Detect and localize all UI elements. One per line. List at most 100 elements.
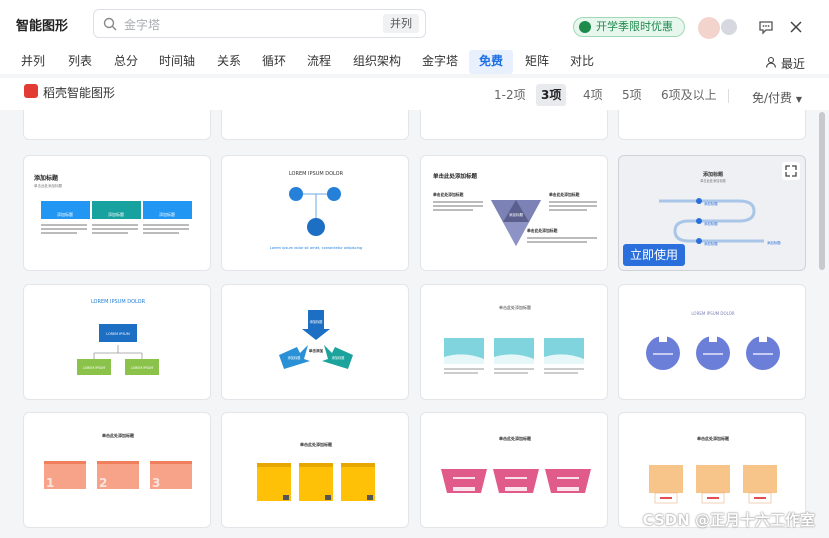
fee-dropdown[interactable]: 免/付费 ▼ [752,89,802,106]
brand-name: 稻壳智能图形 [43,86,116,100]
thumb-label: 添加标题 [310,319,324,324]
tab-total-sub[interactable]: 总分 [107,50,145,74]
expand-preview-icon[interactable] [782,162,800,180]
template-card[interactable]: LOREM IPSUM DOLOR [618,284,806,400]
thumb-title: 单击此处添加标题 [300,441,333,447]
thumb-label: 单击添加 [309,348,324,353]
count-filter-4[interactable]: 4项 [578,84,608,106]
avatar[interactable] [698,17,720,39]
thumb-label: 添加标题 [159,211,175,217]
category-tabs: 并列 列表 总分 时间轴 关系 循环 流程 组织架构 金字塔 免费 矩阵 对比 … [0,50,829,74]
close-icon[interactable] [788,19,804,35]
count-filter-6-plus[interactable]: 6项及以上 [656,84,722,106]
template-card[interactable]: 单击此处添加标题 [420,412,608,528]
thumb-label: 单击此处添加标题 [527,228,558,233]
template-thumbnail: 添加标题 添加标题 添加标题 单击添加 [279,310,353,369]
thumb-label: 添加标题 [767,240,781,245]
thumb-subtitle: 单击此处添加标题 [700,178,726,183]
tab-compare[interactable]: 对比 [563,50,601,74]
smart-graphics-dialog: 智能图形 金字塔 并列 开学季限时优惠 并列 列表 总分 时间轴 关系 循环 流… [0,0,829,538]
use-now-button[interactable]: 立即使用 [623,244,686,266]
brand-label: 稻壳智能图形 [24,84,115,101]
thumb-title: 添加标题 [34,174,59,182]
thumb-title: LOREM IPSUM DOLOR [289,171,344,177]
recent-button[interactable]: 最近 [765,55,805,72]
template-thumbnail: 添加标题 单击此处添加标题 添加标题 添加标题 添加标题 [34,174,192,234]
search-category-tag[interactable]: 并列 [383,14,419,33]
template-card[interactable] [618,110,806,140]
tab-org-chart[interactable]: 组织架构 [347,50,407,74]
thumb-title: 单击此处添加标题 [433,172,478,180]
template-thumbnail: 单击此处添加标题 [444,304,584,374]
thumb-label: 单击此处添加标题 [433,192,464,197]
tab-cycle[interactable]: 循环 [255,50,293,74]
template-grid: 添加标题 单击此处添加标题 添加标题 添加标题 添加标题 LOREM IPSUM… [0,110,820,538]
filter-bar: 稻壳智能图形 1-2项 3项 4项 5项 6项及以上 免/付费 ▼ [0,78,829,110]
svg-text:3: 3 [152,476,160,490]
thumb-label: LOREM IPSUM [83,366,105,370]
thumb-title: 单击此处添加标题 [697,435,730,441]
template-card[interactable]: 单击此处添加标题 [221,412,409,528]
scrollbar[interactable] [819,112,825,270]
tab-parallel[interactable]: 并列 [16,50,50,74]
template-card[interactable]: 单击此处添加标题 1 2 3 [23,412,211,528]
tab-matrix[interactable]: 矩阵 [518,50,556,74]
chat-icon[interactable] [758,19,774,35]
template-thumbnail: LOREM IPSUM DOLOR Lorem ipsum dolor sit … [270,171,362,250]
thumb-title: 添加标题 [703,171,724,178]
lightning-icon [579,21,591,33]
template-card[interactable]: 添加标题 添加标题 添加标题 单击添加 [221,284,409,400]
thumb-label: 添加标题 [332,355,346,360]
template-thumbnail: LOREM IPSUM DOLOR LOREM IPSUM LOREM IPSU… [77,299,159,375]
thumb-label: 添加标题 [509,212,523,217]
template-card[interactable] [23,110,211,140]
template-card[interactable]: LOREM IPSUM DOLOR Lorem ipsum dolor sit … [221,155,409,271]
count-filter-1-2[interactable]: 1-2项 [489,84,531,106]
template-thumbnail: 单击此处添加标题 1 2 3 [44,432,192,490]
thumb-label: 添加标题 [57,211,73,217]
docer-logo-icon [24,84,38,98]
thumb-label: 添加标题 [704,201,718,206]
template-card[interactable]: LOREM IPSUM DOLOR LOREM IPSUM LOREM IPSU… [23,284,211,400]
member-badge-icon[interactable] [721,19,737,35]
template-thumbnail: 单击此处添加标题 [441,435,591,493]
thumb-label: 单击此处添加标题 [549,192,580,197]
thumb-subtitle: 单击此处添加标题 [34,183,62,188]
template-card[interactable]: 单击此处添加标题 [420,284,608,400]
search-input[interactable]: 金字塔 [124,16,160,33]
promo-label: 开学季限时优惠 [596,20,673,33]
promo-badge[interactable]: 开学季限时优惠 [573,17,685,37]
tab-timeline[interactable]: 时间轴 [152,50,202,74]
svg-text:1: 1 [46,476,54,490]
template-card-hovered[interactable]: 添加标题 单击此处添加标题 添加标题 添加标题 添加标题 添加标题 立即使用 [618,155,806,271]
fee-label: 免/付费 [752,91,793,105]
search-box[interactable]: 金字塔 并列 [93,9,426,38]
thumb-title: 单击此处添加标题 [499,304,531,310]
template-card[interactable]: 单击此处添加标题 添加标题 单击此处添加标题 单击此处添加标题 单击此处添加标题 [420,155,608,271]
template-card[interactable]: 添加标题 单击此处添加标题 添加标题 添加标题 添加标题 [23,155,211,271]
watermark: CSDN @正月十六工作室 [642,511,815,529]
divider [728,89,729,103]
tab-list[interactable]: 列表 [61,50,99,74]
thumb-label: LOREM IPSUM [106,332,130,336]
tab-process[interactable]: 流程 [300,50,338,74]
tab-pyramid[interactable]: 金字塔 [415,50,465,74]
tab-relation[interactable]: 关系 [210,50,248,74]
thumb-title: 单击此处添加标题 [499,435,532,441]
count-filter-5[interactable]: 5项 [617,84,647,106]
search-icon [103,17,117,31]
caret-down-icon: ▼ [795,95,803,104]
app-title: 智能图形 [16,19,69,34]
tab-free[interactable]: 免费 [469,50,513,74]
user-icon [765,56,777,68]
thumb-title: LOREM IPSUM DOLOR [91,299,146,305]
recent-label: 最近 [780,57,805,71]
template-thumbnail: LOREM IPSUM DOLOR [646,311,780,370]
thumb-label: 添加标题 [288,355,302,360]
thumb-label: 添加标题 [704,241,718,246]
template-card[interactable] [420,110,608,140]
thumb-label: LOREM IPSUM [131,366,153,370]
thumb-label: 添加标题 [108,211,124,217]
count-filter-3[interactable]: 3项 [536,84,567,106]
template-card[interactable] [221,110,409,140]
